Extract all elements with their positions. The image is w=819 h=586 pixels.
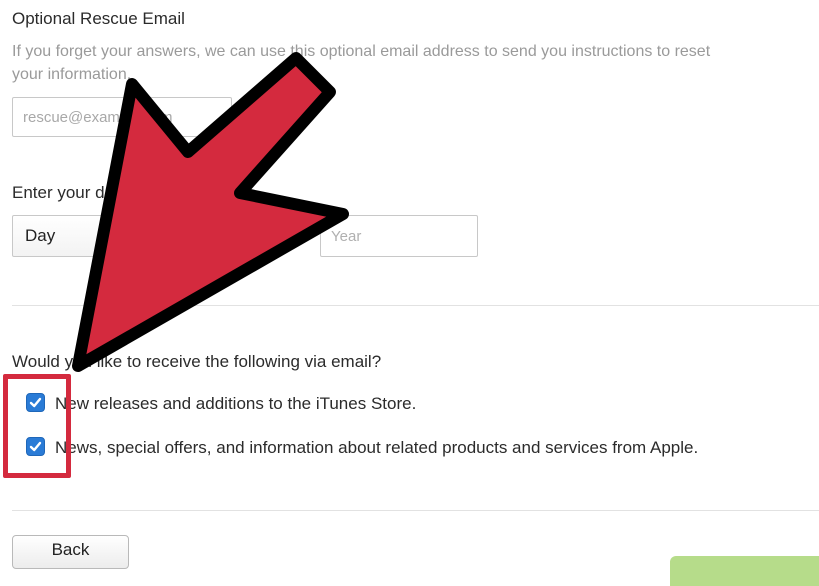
rescue-email-description: If you forget your answers, we can use t… (12, 40, 817, 86)
email-preferences-question: Would you like to receive the following … (12, 352, 382, 371)
rescue-email-description-line-2: your information. (12, 66, 132, 83)
birthdate-label: Enter your date of birth. (12, 183, 190, 202)
day-select[interactable]: Day (12, 215, 162, 257)
footer-divider (12, 510, 819, 511)
rescue-email-description-line-1: If you forget your answers, we can use t… (12, 43, 711, 60)
news-offers-checkbox[interactable] (26, 437, 45, 456)
continue-button[interactable] (670, 556, 819, 586)
checkmark-icon (29, 441, 42, 452)
rescue-email-input[interactable] (12, 97, 232, 137)
rescue-email-title: Optional Rescue Email (12, 9, 185, 28)
new-releases-checkbox[interactable] (26, 393, 45, 412)
back-button[interactable]: Back (12, 535, 129, 569)
checkmark-icon (29, 397, 42, 408)
new-releases-label: New releases and additions to the iTunes… (55, 394, 417, 413)
section-divider (12, 305, 819, 306)
news-offers-label: News, special offers, and information ab… (55, 438, 699, 457)
year-input[interactable] (320, 215, 478, 257)
annotation-highlight-box (3, 374, 71, 478)
